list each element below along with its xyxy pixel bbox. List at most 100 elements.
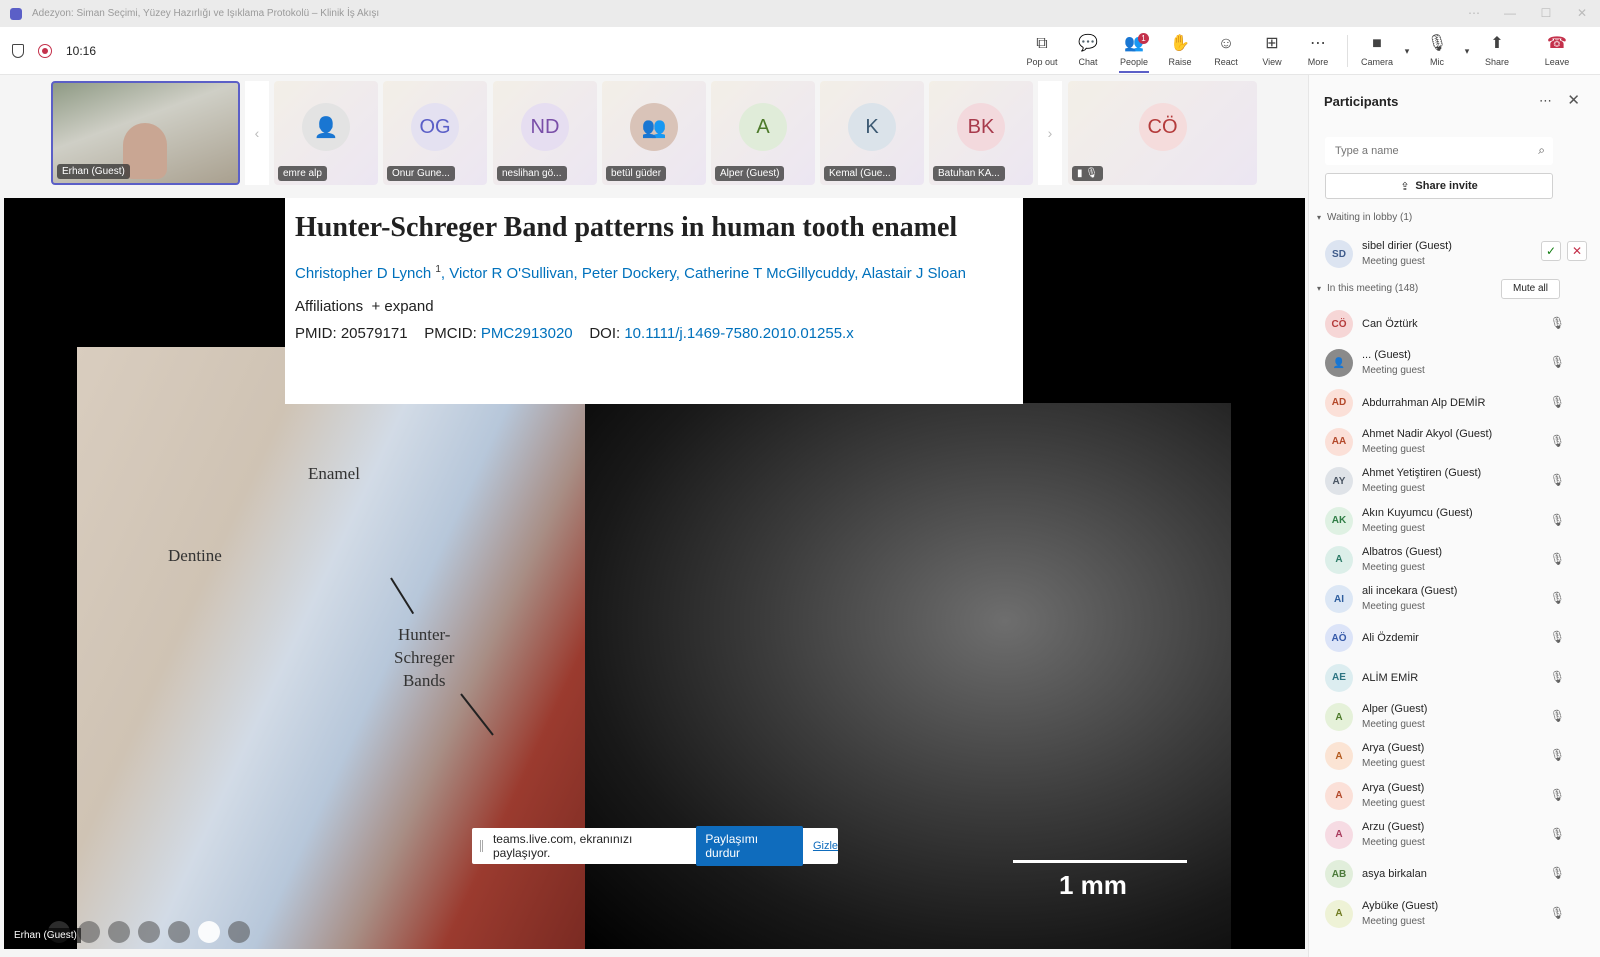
participant-name: asya birkalan: [1362, 868, 1427, 881]
share-invite-button[interactable]: ⇪ Share invite: [1325, 173, 1553, 199]
react-button[interactable]: ☺ React: [1203, 27, 1249, 75]
more-button[interactable]: ⋯ More: [1295, 27, 1341, 75]
video-tile[interactable]: CÖ ▮ 🎙: [1068, 81, 1257, 185]
mic-muted-icon[interactable]: 🎙: [1550, 866, 1565, 880]
participant-row[interactable]: A Albatros (Guest) Meeting guest 🎙: [1325, 543, 1587, 579]
pop-out-icon: ⧉: [1036, 35, 1048, 52]
mic-muted-icon[interactable]: 🎙: [1550, 630, 1565, 644]
control-icon[interactable]: [108, 921, 130, 943]
pop-out-button[interactable]: ⧉ Pop out: [1019, 27, 1065, 75]
participant-role: Meeting guest: [1362, 443, 1425, 455]
mic-muted-icon[interactable]: 🎙: [1550, 316, 1565, 330]
participant-row[interactable]: CÖ Can Öztürk 🎙: [1325, 307, 1587, 343]
video-tile[interactable]: 👤 emre alp: [274, 81, 378, 185]
mic-muted-icon[interactable]: 🎙: [1550, 513, 1565, 527]
participant-row[interactable]: AD Abdurrahman Alp DEMİR 🎙: [1325, 386, 1587, 422]
video-tile[interactable]: BK Batuhan KA...: [929, 81, 1033, 185]
avatar: A: [739, 103, 787, 151]
hide-link[interactable]: Gizle: [813, 840, 838, 852]
mic-muted-icon[interactable]: 🎙: [1550, 552, 1565, 566]
window-more-icon[interactable]: ⋯: [1456, 0, 1492, 27]
admit-icon[interactable]: ✓: [1541, 241, 1561, 261]
mic-muted-icon[interactable]: 🎙: [1550, 434, 1565, 448]
share-button[interactable]: ⬆ Share: [1474, 27, 1520, 75]
mic-button[interactable]: 🎙 Mic: [1414, 27, 1460, 75]
smiley-icon: ☺: [1217, 35, 1235, 52]
lobby-participant[interactable]: SD sibel dirier (Guest) Meeting guest ✓ …: [1325, 237, 1587, 269]
chat-button[interactable]: 💬 Chat: [1065, 27, 1111, 75]
mic-muted-icon[interactable]: 🎙: [1550, 827, 1565, 841]
expand-link[interactable]: + expand: [371, 298, 433, 315]
control-icon[interactable]: [168, 921, 190, 943]
participant-row[interactable]: AB asya birkalan 🎙: [1325, 857, 1587, 893]
participant-row[interactable]: AY Ahmet Yetiştiren (Guest) Meeting guest 🎙: [1325, 464, 1587, 500]
participant-row[interactable]: AK Akın Kuyumcu (Guest) Meeting guest 🎙: [1325, 504, 1587, 540]
minimize-icon[interactable]: —: [1492, 0, 1528, 27]
people-button[interactable]: 👥 1 People: [1111, 27, 1157, 75]
camera-options-chevron-icon[interactable]: ▾: [1400, 27, 1414, 75]
shared-screen: Enamel Dentine Hunter- Schreger Bands 1 …: [4, 198, 1305, 949]
tile-name: Alper (Guest): [715, 166, 785, 181]
strip-prev-chevron-icon[interactable]: ‹: [245, 81, 269, 185]
participant-row[interactable]: A Aybüke (Guest) Meeting guest 🎙: [1325, 897, 1587, 933]
participant-row[interactable]: AÖ Ali Özdemir 🎙: [1325, 621, 1587, 657]
mic-muted-icon[interactable]: 🎙: [1550, 395, 1565, 409]
mic-options-chevron-icon[interactable]: ▾: [1460, 27, 1474, 75]
participant-row[interactable]: A Arzu (Guest) Meeting guest 🎙: [1325, 818, 1587, 854]
participant-name: Arya (Guest): [1362, 781, 1425, 794]
presenter-name: Erhan (Guest): [10, 928, 81, 943]
toolbar-divider: [1347, 35, 1348, 67]
deny-icon[interactable]: ✕: [1567, 241, 1587, 261]
video-tile[interactable]: ND neslihan gö...: [493, 81, 597, 185]
participant-row[interactable]: A Alper (Guest) Meeting guest 🎙: [1325, 700, 1587, 736]
more-options-icon[interactable]: ⋯: [1539, 93, 1552, 109]
strip-next-chevron-icon[interactable]: ›: [1038, 81, 1062, 185]
search-input[interactable]: [1325, 137, 1515, 165]
camera-button[interactable]: ■ Camera: [1354, 27, 1400, 75]
meeting-timer: 10:16: [66, 44, 97, 58]
mic-muted-icon[interactable]: 🎙: [1550, 906, 1565, 920]
pmcid-link[interactable]: PMC2913020: [481, 325, 573, 342]
mute-all-button[interactable]: Mute all: [1500, 279, 1560, 299]
stop-sharing-button[interactable]: Paylaşımı durdur: [696, 826, 803, 866]
close-icon[interactable]: ✕: [1567, 91, 1580, 109]
mic-muted-icon[interactable]: 🎙: [1550, 670, 1565, 684]
video-tile-self[interactable]: Erhan (Guest): [51, 81, 240, 185]
lobby-section-header[interactable]: ▾ Waiting in lobby (1): [1317, 212, 1412, 223]
mic-muted-icon[interactable]: 🎙: [1550, 748, 1565, 762]
mic-muted-icon[interactable]: 🎙: [1550, 788, 1565, 802]
participant-role: Meeting guest: [1362, 256, 1425, 267]
camera-off-icon: ■: [1372, 35, 1382, 52]
mic-muted-icon[interactable]: 🎙: [1550, 709, 1565, 723]
participant-row[interactable]: A Arya (Guest) Meeting guest 🎙: [1325, 779, 1587, 815]
avatar: 👤: [302, 103, 350, 151]
doi-link[interactable]: 10.1111/j.1469-7580.2010.01255.x: [624, 325, 853, 342]
participant-row[interactable]: AE ALİM EMİR 🎙: [1325, 661, 1587, 697]
person-icon: 👤: [1325, 349, 1353, 378]
video-tile[interactable]: A Alper (Guest): [711, 81, 815, 185]
maximize-icon[interactable]: ☐: [1528, 0, 1564, 27]
participant-row[interactable]: A Arya (Guest) Meeting guest 🎙: [1325, 739, 1587, 775]
leave-button[interactable]: ☎ Leave: [1534, 27, 1580, 75]
video-tile[interactable]: OG Onur Gune...: [383, 81, 487, 185]
video-camera-icon[interactable]: [198, 921, 220, 943]
participant-row[interactable]: 👤 ... (Guest) Meeting guest 🎙: [1325, 346, 1587, 382]
mic-muted-icon[interactable]: 🎙: [1550, 355, 1565, 369]
participant-row[interactable]: AA Ahmet Nadir Akyol (Guest) Meeting guest…: [1325, 425, 1587, 461]
raise-hand-button[interactable]: ✋ Raise: [1157, 27, 1203, 75]
control-icon[interactable]: [138, 921, 160, 943]
microscope-image: [585, 403, 1231, 949]
drag-handle-icon[interactable]: [480, 840, 483, 852]
video-tile[interactable]: 👥 betül güder: [602, 81, 706, 185]
participant-row[interactable]: AI ali incekara (Guest) Meeting guest 🎙: [1325, 582, 1587, 618]
view-button[interactable]: ⊞ View: [1249, 27, 1295, 75]
video-tile[interactable]: K Kemal (Gue...: [820, 81, 924, 185]
participant-name: ... (Guest): [1362, 349, 1411, 362]
close-window-icon[interactable]: ✕: [1564, 0, 1600, 27]
meeting-section-header[interactable]: ▾ In this meeting (148): [1317, 283, 1418, 294]
control-icon[interactable]: [78, 921, 100, 943]
mic-muted-icon[interactable]: 🎙: [1550, 473, 1565, 487]
mic-muted-icon[interactable]: 🎙: [1550, 591, 1565, 605]
more-icon[interactable]: [228, 921, 250, 943]
tile-name: Batuhan KA...: [933, 166, 1005, 181]
